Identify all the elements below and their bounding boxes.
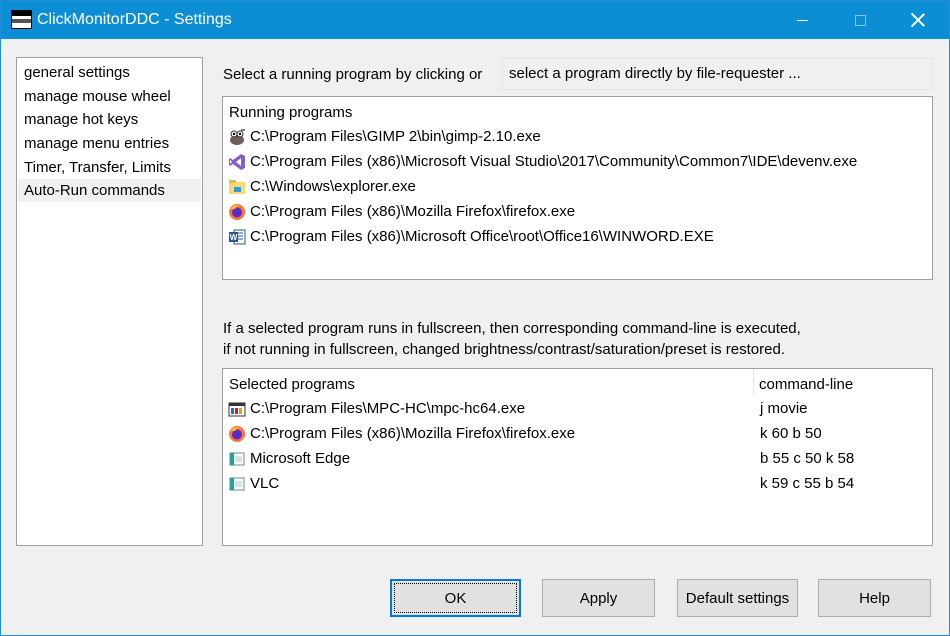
command-line-value: j movie [760,400,808,417]
table-row[interactable]: VLC k 59 c 55 b 54 [227,472,927,496]
mpc-hc-icon [228,402,246,417]
nav-item-manage-mouse-wheel[interactable]: manage mouse wheel [18,85,201,108]
table-row[interactable]: C:\Program Files (x86)\Mozilla Firefox\f… [227,422,927,446]
settings-category-list[interactable]: general settings manage mouse wheel mana… [16,57,203,546]
settings-window: ClickMonitorDDC - Settings general setti… [0,0,950,636]
focus-rectangle [394,583,517,613]
maximize-button[interactable] [837,1,883,39]
nav-item-auto-run-commands[interactable]: Auto-Run commands [18,179,201,202]
apply-button[interactable]: Apply [542,579,655,617]
program-path: C:\Program Files (x86)\Mozilla Firefox\f… [250,203,576,220]
app-icon [229,452,245,466]
command-line-value: k 60 b 50 [760,425,822,442]
column-divider[interactable] [753,369,754,395]
default-settings-button-label: Default settings [685,589,790,607]
clickmonitorddc-app-icon [11,10,32,29]
minimize-icon [796,19,808,21]
program-path: C:\Program Files\GIMP 2\bin\gimp-2.10.ex… [250,128,541,145]
word-icon: W [229,229,246,245]
command-line-value: k 59 c 55 b 54 [760,475,855,492]
list-item[interactable]: C:\Program Files (x86)\Mozilla Firefox\f… [227,200,927,224]
file-requester-button[interactable]: select a program directly by file-reques… [502,58,933,90]
program-path: Microsoft Edge [250,450,351,467]
nav-item-timer-transfer-limits[interactable]: Timer, Transfer, Limits [18,156,201,179]
ok-button[interactable]: OK [390,579,521,617]
list-item[interactable]: W C:\Program Files (x86)\Microsoft Offic… [227,225,927,249]
minimize-button[interactable] [779,1,825,39]
help-button[interactable]: Help [818,579,931,617]
list-item[interactable]: C:\Program Files\GIMP 2\bin\gimp-2.10.ex… [227,125,927,149]
list-item[interactable]: C:\Program Files (x86)\Microsoft Visual … [227,150,927,174]
running-program-prompt: Select a running program by clicking or [223,66,483,83]
window-title: ClickMonitorDDC - Settings [37,11,232,28]
file-explorer-icon [229,180,245,194]
close-icon [911,13,925,27]
close-button[interactable] [895,1,941,39]
firefox-icon [229,426,245,442]
firefox-icon [229,204,245,220]
nav-item-general-settings[interactable]: general settings [18,61,201,84]
fullscreen-info-text: If a selected program runs in fullscreen… [223,318,801,360]
default-settings-button[interactable]: Default settings [677,579,798,617]
program-path: C:\Windows\explorer.exe [250,178,416,195]
info-line-1: If a selected program runs in fullscreen… [223,320,801,337]
program-path: C:\Program Files (x86)\Mozilla Firefox\f… [250,425,576,442]
gimp-icon [230,129,245,145]
program-path: C:\Program Files\MPC-HC\mpc-hc64.exe [250,400,526,417]
apply-button-label: Apply [579,589,618,607]
command-line-header: command-line [759,376,854,393]
selected-programs-header: Selected programs [229,376,355,393]
running-programs-list[interactable]: Running programs C:\Program Files\GIMP 2… [222,96,933,280]
help-button-label: Help [859,589,890,607]
running-programs-header: Running programs [229,104,353,121]
list-item[interactable]: C:\Windows\explorer.exe [227,175,927,199]
table-row[interactable]: Microsoft Edge b 55 c 50 k 58 [227,447,927,471]
visual-studio-icon [229,154,245,170]
program-path: C:\Program Files (x86)\Microsoft Visual … [250,153,858,170]
info-line-2: if not running in fullscreen, changed br… [223,341,785,358]
program-path: C:\Program Files (x86)\Microsoft Office\… [250,228,714,245]
command-line-value: b 55 c 50 k 58 [760,450,855,467]
app-icon [229,477,245,491]
program-path: VLC [250,475,280,492]
maximize-icon [854,14,866,26]
svg-text:W: W [230,233,238,242]
table-row[interactable]: C:\Program Files\MPC-HC\mpc-hc64.exe j m… [227,397,927,421]
nav-item-manage-menu-entries[interactable]: manage menu entries [18,132,201,155]
nav-item-manage-hot-keys[interactable]: manage hot keys [18,108,201,131]
title-bar[interactable]: ClickMonitorDDC - Settings [1,1,949,39]
selected-programs-list[interactable]: Selected programs command-line C:\Progra… [222,368,933,546]
